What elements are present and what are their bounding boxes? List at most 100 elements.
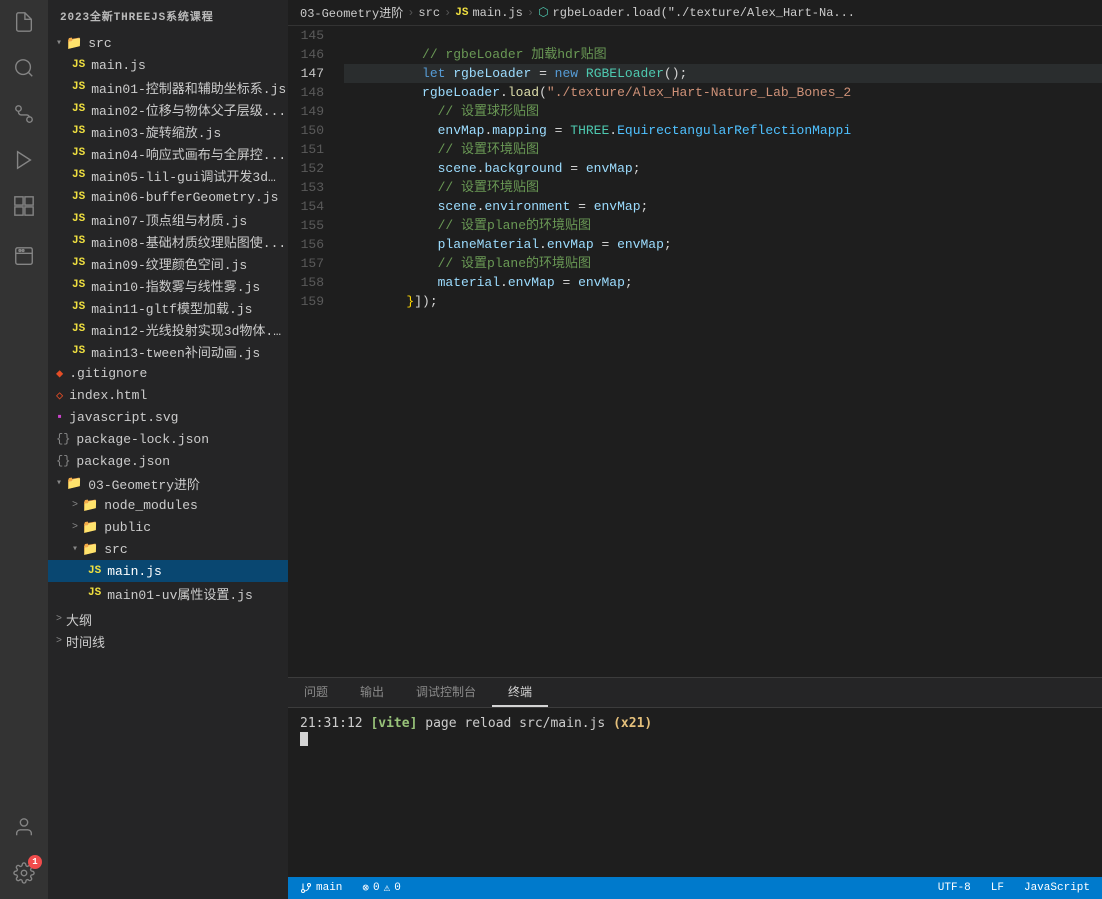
folder-icon: 📁: [82, 520, 98, 535]
terminal-cursor-line: [300, 731, 1090, 746]
outline-section[interactable]: > 大纲: [48, 608, 288, 630]
git-branch-icon: [300, 882, 312, 894]
file-main11[interactable]: JS main11-gltf模型加载.js: [48, 296, 288, 318]
file-package-lock[interactable]: {} package-lock.json: [48, 428, 288, 450]
file-index-html[interactable]: ◇ index.html: [48, 384, 288, 406]
branch-name: main: [316, 882, 342, 894]
run-debug-icon[interactable]: [10, 146, 38, 174]
file-main13[interactable]: JS main13-tween补间动画.js: [48, 340, 288, 362]
file-package-json[interactable]: {} package.json: [48, 450, 288, 472]
folder-src-inner[interactable]: ▾ 📁 src: [48, 538, 288, 560]
folder-arrow-icon: ▾: [72, 543, 78, 555]
folder-icon: 📁: [82, 498, 98, 513]
terminal-line-1: 21:31:12 [vite] page reload src/main.js …: [300, 716, 1090, 731]
status-branch[interactable]: main: [296, 877, 346, 899]
remote-explorer-icon[interactable]: [10, 242, 38, 270]
activity-bar: 1: [0, 0, 48, 899]
js-icon: JS: [72, 301, 85, 313]
js-icon: JS: [72, 345, 85, 357]
status-bar: main ⊗ 0 ⚠ 0 UTF-8 LF JavaScript: [288, 877, 1102, 899]
breadcrumb-symbol-text: rgbeLoader.load("./texture/Alex_Hart-Na.…: [553, 6, 855, 20]
timeline-section[interactable]: > 时间线: [48, 630, 288, 652]
file-main03[interactable]: JS main03-旋转缩放.js: [48, 120, 288, 142]
js-icon: JS: [72, 257, 85, 269]
section-arrow-icon: >: [56, 614, 62, 625]
file-main04[interactable]: JS main04-响应式画布与全屏控...: [48, 142, 288, 164]
js-icon: JS: [88, 587, 101, 599]
tab-terminal[interactable]: 终端: [492, 678, 548, 707]
folder-icon: 📁: [66, 36, 82, 51]
file-main01[interactable]: JS main01-控制器和辅助坐标系.js: [48, 76, 288, 98]
explorer-icon[interactable]: [10, 8, 38, 36]
js-icon: JS: [88, 565, 101, 577]
file-main-js[interactable]: JS main.js: [48, 54, 288, 76]
code-lines: // rgbeLoader 加载hdr贴图 let rgbeLoader = n…: [336, 26, 1102, 677]
status-errors[interactable]: ⊗ 0 ⚠ 0: [358, 877, 404, 899]
section-arrow-icon: >: [56, 636, 62, 647]
file-javascript-svg[interactable]: ▪ javascript.svg: [48, 406, 288, 428]
search-activity-icon[interactable]: [10, 54, 38, 82]
file-main05[interactable]: JS main05-lil-gui调试开发3d应...: [48, 164, 288, 186]
file-tree: ▾ 📁 src JS main.js JS main01-控制器和辅助坐标系.j…: [48, 32, 288, 899]
breadcrumb-symbol: ⬡: [538, 5, 548, 20]
status-encoding[interactable]: UTF-8: [934, 877, 975, 899]
json-icon: {}: [56, 432, 70, 446]
folder-public[interactable]: > 📁 public: [48, 516, 288, 538]
status-line-ending[interactable]: LF: [987, 877, 1008, 899]
terminal-panel: 问题 输出 调试控制台 终端 21:31:12 [vite] page relo…: [288, 677, 1102, 877]
file-main07[interactable]: JS main07-顶点组与材质.js: [48, 208, 288, 230]
folder-icon: 📁: [82, 542, 98, 557]
warning-count: 0: [394, 882, 401, 894]
src-folder[interactable]: ▾ 📁 src: [48, 32, 288, 54]
code-line-159: [344, 292, 1102, 311]
editor-area: 03-Geometry进阶 › src › JS main.js › ⬡ rgb…: [288, 0, 1102, 899]
svg-icon: ▪: [56, 410, 63, 424]
folder-03geometry[interactable]: ▾ 📁 03-Geometry进阶: [48, 472, 288, 494]
code-line-145: // rgbeLoader 加载hdr贴图: [344, 26, 1102, 45]
folder-arrow-icon: >: [72, 500, 78, 511]
tab-debug-console[interactable]: 调试控制台: [400, 678, 492, 707]
sidebar-title: 2023全新THREEJS系统课程: [48, 0, 288, 32]
language-label: JavaScript: [1024, 882, 1090, 894]
file-main02[interactable]: JS main02-位移与物体父子层级...: [48, 98, 288, 120]
breadcrumb-src: src: [418, 6, 440, 20]
js-icon: JS: [72, 125, 85, 137]
file-main12[interactable]: JS main12-光线投射实现3d物体...: [48, 318, 288, 340]
sidebar: 2023全新THREEJS系统课程 ▾ 📁 src JS main.js JS …: [48, 0, 288, 899]
account-icon[interactable]: [10, 813, 38, 841]
tab-problems[interactable]: 问题: [288, 678, 344, 707]
js-icon: JS: [72, 191, 85, 203]
tab-output[interactable]: 输出: [344, 678, 400, 707]
status-language[interactable]: JavaScript: [1020, 877, 1094, 899]
file-main08[interactable]: JS main08-基础材质纹理贴图使...: [48, 230, 288, 252]
terminal-content[interactable]: 21:31:12 [vite] page reload src/main.js …: [288, 708, 1102, 877]
js-icon: JS: [72, 59, 85, 71]
folder-node-modules[interactable]: > 📁 node_modules: [48, 494, 288, 516]
file-gitignore[interactable]: ◆ .gitignore: [48, 362, 288, 384]
file-main09[interactable]: JS main09-纹理颜色空间.js: [48, 252, 288, 274]
folder-arrow-icon: ▾: [56, 477, 62, 489]
terminal-cursor: [300, 732, 308, 746]
source-control-icon[interactable]: [10, 100, 38, 128]
folder-arrow-icon: >: [72, 522, 78, 533]
file-main06[interactable]: JS main06-bufferGeometry.js: [48, 186, 288, 208]
breadcrumb: 03-Geometry进阶 › src › JS main.js › ⬡ rgb…: [288, 0, 1102, 26]
line-numbers: 145 146 147 148 149 150 151 152 153 154 …: [288, 26, 336, 677]
line-ending-label: LF: [991, 882, 1004, 894]
file-main01-uv[interactable]: JS main01-uv属性设置.js: [48, 582, 288, 604]
settings-icon[interactable]: 1: [10, 859, 38, 887]
file-main10[interactable]: JS main10-指数雾与线性雾.js: [48, 274, 288, 296]
extensions-icon[interactable]: [10, 192, 38, 220]
breadcrumb-folder: 03-Geometry进阶: [300, 4, 403, 21]
code-editor[interactable]: 145 146 147 148 149 150 151 152 153 154 …: [288, 26, 1102, 677]
folder-icon: 📁: [66, 476, 82, 491]
encoding-label: UTF-8: [938, 882, 971, 894]
file-main-js-active[interactable]: JS main.js: [48, 560, 288, 582]
js-icon: JS: [72, 235, 85, 247]
js-icon: JS: [72, 147, 85, 159]
panel-tabs: 问题 输出 调试控制台 终端: [288, 678, 1102, 708]
js-icon: JS: [72, 323, 85, 335]
breadcrumb-js-label: JS: [455, 7, 468, 19]
folder-arrow-icon: ▾: [56, 37, 62, 49]
js-icon: JS: [72, 81, 85, 93]
